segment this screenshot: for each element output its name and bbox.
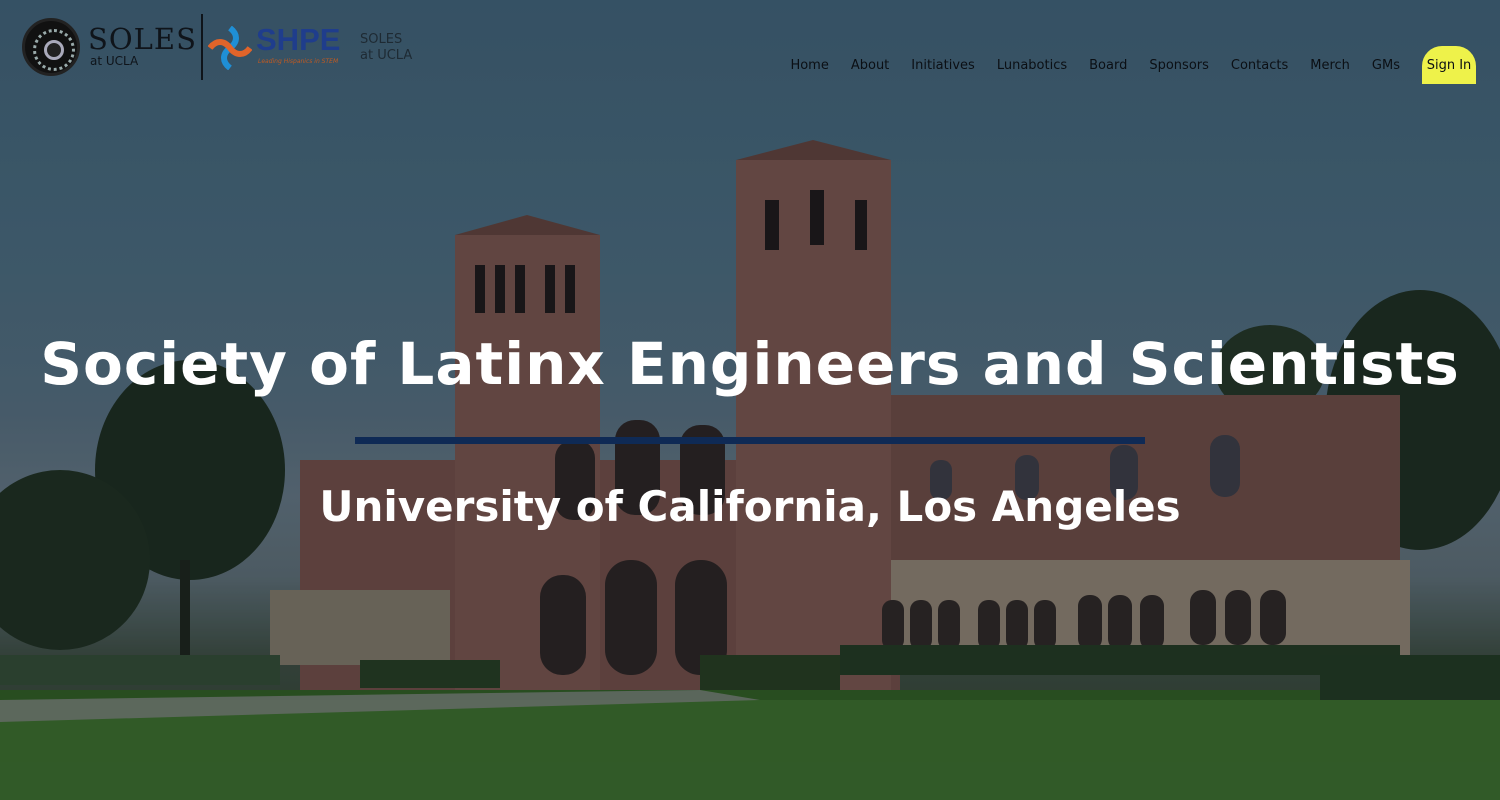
soles-logo-text: SOLES [88,22,197,56]
nav-gms[interactable]: GMs [1372,58,1400,73]
shpe-logo-text: SHPE [256,22,341,57]
nav-home[interactable]: Home [790,58,828,73]
soles-seal-icon [22,18,80,76]
hero-title: Society of Latinx Engineers and Scientis… [40,330,1460,398]
nav-initiatives[interactable]: Initiatives [911,58,975,73]
shpe-mark-icon [208,26,252,70]
chapter-label: SOLES at UCLA [360,32,420,64]
nav-lunabotics[interactable]: Lunabotics [997,58,1067,73]
nav-about[interactable]: About [851,58,889,73]
main-nav: Home About Initiatives Lunabotics Board … [768,45,1476,85]
hero-background [0,0,1500,800]
nav-merch[interactable]: Merch [1310,58,1350,73]
hero-subtitle: University of California, Los Angeles [319,482,1181,531]
chapter-line-2: at UCLA [360,48,413,63]
hero-overlay [0,0,1500,800]
logo-divider [201,14,203,80]
shpe-tagline: Leading Hispanics in STEM [258,58,339,65]
site-logo[interactable]: SOLES at UCLA SHPE Leading Hispanics in … [20,14,420,80]
title-underline [355,437,1145,444]
sign-in-button[interactable]: Sign In [1422,46,1476,84]
chapter-line-1: SOLES [360,32,403,47]
nav-sponsors[interactable]: Sponsors [1149,58,1209,73]
soles-logo-subtext: at UCLA [90,54,139,68]
nav-board[interactable]: Board [1089,58,1127,73]
nav-contacts[interactable]: Contacts [1231,58,1288,73]
